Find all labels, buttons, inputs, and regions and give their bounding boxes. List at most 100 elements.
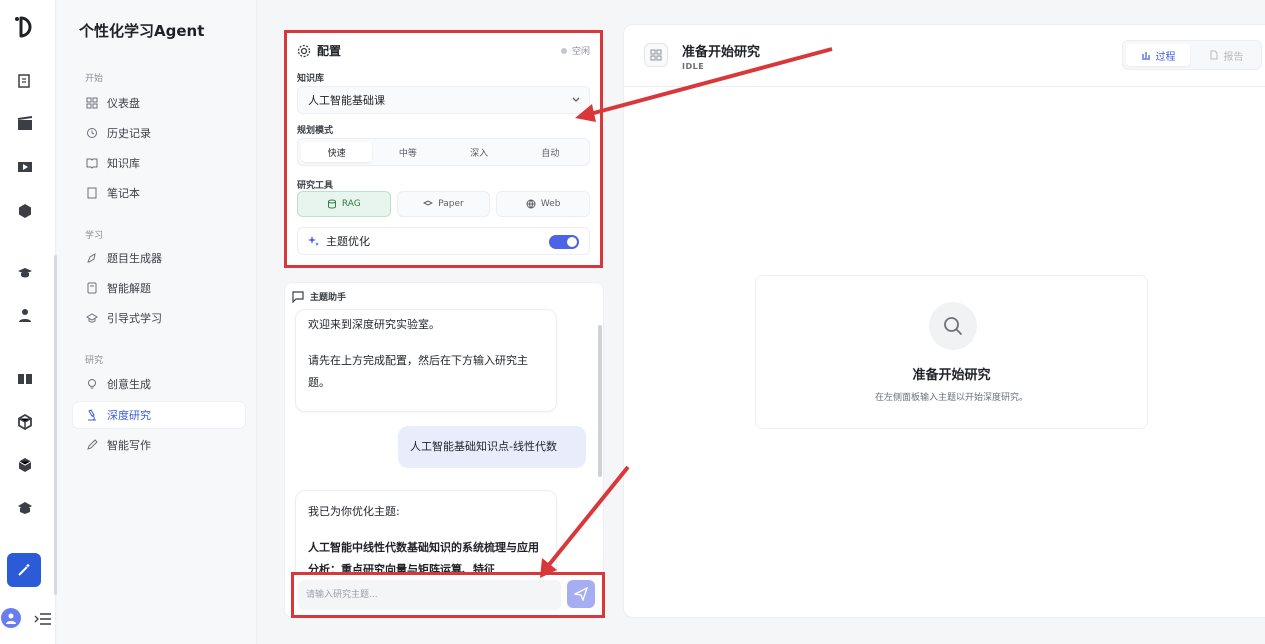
sidebar-item-question-generator[interactable]: 题目生成器: [73, 245, 245, 271]
chat-scrollbar[interactable]: [598, 325, 602, 477]
graduation-cap-icon[interactable]: [16, 264, 34, 282]
magic-wand-button[interactable]: [7, 553, 41, 587]
send-icon: [574, 587, 588, 601]
book-icon[interactable]: [16, 370, 34, 388]
pencil-icon: [85, 438, 99, 452]
tab-label: 报告: [1223, 51, 1244, 63]
file-icon: [1210, 50, 1217, 60]
sidebar-item-notebook[interactable]: 笔记本: [73, 180, 245, 206]
graduation-cap-icon: [423, 200, 434, 206]
message-line: 请先在上方完成配置，然后在下方输入研究主题。: [308, 354, 528, 389]
calculator-icon: [85, 281, 99, 295]
sidebar-item-label: 历史记录: [107, 127, 151, 140]
database-icon: [327, 199, 336, 209]
research-topic-input[interactable]: [298, 580, 561, 610]
app-title: 个性化学习Agent: [79, 22, 205, 40]
sidebar-item-label: 仪表盘: [107, 97, 140, 110]
chat-header: 主题助手: [292, 290, 346, 303]
message-line: 我已为你优化主题:: [308, 505, 400, 518]
tool-label: Web: [540, 199, 561, 209]
video-icon[interactable]: [16, 158, 34, 176]
sidebar-item-label: 笔记本: [107, 187, 140, 200]
sidebar-item-idea-generation[interactable]: 创意生成: [73, 371, 245, 397]
status-text: 空闲: [571, 47, 590, 57]
tab-process[interactable]: 过程: [1126, 44, 1190, 66]
config-title-text: 配置: [317, 44, 342, 58]
message-line: 欢迎来到深度研究实验室。: [308, 318, 440, 331]
mode-medium[interactable]: 中等: [372, 142, 443, 162]
logo-icon[interactable]: [12, 12, 42, 42]
send-button[interactable]: [567, 580, 595, 608]
user-message: 人工智能基础知识点-线性代数: [398, 426, 586, 468]
globe-icon: [526, 199, 536, 209]
tool-label: RAG: [341, 199, 361, 209]
sidebar-item-label: 创意生成: [107, 378, 151, 391]
planning-mode-selector: 快速 中等 深入 自动: [297, 138, 590, 166]
sidebar-item-label: 智能解题: [107, 282, 151, 295]
mode-label: 规划模式: [297, 126, 334, 136]
section-label-learn: 学习: [85, 231, 104, 241]
mode-auto[interactable]: 自动: [515, 142, 586, 162]
graduation-cap-icon: [85, 311, 99, 325]
message-square-icon: [292, 290, 304, 303]
sidebar-item-smart-solver[interactable]: 智能解题: [73, 275, 245, 301]
research-tools: RAG Paper Web: [297, 191, 591, 217]
package-icon[interactable]: [16, 413, 34, 431]
sidebar-item-guided-learning[interactable]: 引导式学习: [73, 305, 245, 331]
tool-label: Paper: [438, 199, 464, 209]
chat-title: 主题助手: [310, 293, 347, 303]
sidebar-item-knowledge-base[interactable]: 知识库: [73, 150, 245, 176]
gear-icon: [297, 44, 311, 57]
main-status: IDLE: [682, 62, 705, 71]
dashboard-icon[interactable]: [16, 72, 34, 90]
box-icon[interactable]: [16, 456, 34, 474]
microscope-icon: [85, 408, 99, 422]
tool-paper-button[interactable]: Paper: [396, 191, 491, 217]
sidebar-item-label: 题目生成器: [107, 252, 162, 265]
icon-rail: [0, 0, 57, 644]
collapse-menu-icon[interactable]: [34, 611, 52, 627]
pen-tool-icon: [85, 251, 99, 265]
config-panel: 配置 空闲 知识库 人工智能基础课 规划模式 快速 中等 深入 自动 研究工具 …: [284, 30, 603, 268]
topic-assistant-panel: 主题助手 欢迎来到深度研究实验室。 请先在上方完成配置，然后在下方输入研究主题。…: [284, 282, 604, 618]
book-open-icon: [85, 156, 99, 170]
chat-input-area: [291, 572, 605, 618]
sidebar: 个性化学习Agent 开始 仪表盘 历史记录 知识库 笔记本 学习 题目生成器 …: [57, 0, 257, 644]
tab-label: 过程: [1155, 51, 1176, 63]
main-header: 准备开始研究 IDLE 过程 报告: [624, 25, 1265, 87]
tab-report[interactable]: 报告: [1194, 44, 1258, 66]
kb-value: 人工智能基础课: [308, 94, 385, 107]
sidebar-item-deep-research[interactable]: 深度研究: [73, 402, 245, 428]
sidebar-item-smart-writing[interactable]: 智能写作: [73, 432, 245, 458]
kb-label: 知识库: [297, 74, 325, 84]
knowledge-base-select[interactable]: 人工智能基础课: [297, 86, 590, 114]
lightbulb-icon: [85, 377, 99, 391]
mode-deep[interactable]: 深入: [444, 142, 515, 162]
tool-rag-button[interactable]: RAG: [297, 191, 391, 217]
school-icon[interactable]: [16, 499, 34, 517]
search-icon: [929, 302, 977, 350]
status-dot: [560, 47, 567, 54]
view-tabs: 过程 报告: [1122, 40, 1262, 70]
sidebar-item-label: 知识库: [107, 157, 140, 170]
empty-title: 准备开始研究: [912, 368, 991, 383]
topic-optimization-row: 主题优化: [297, 227, 590, 255]
tool-web-button[interactable]: Web: [496, 191, 591, 217]
sidebar-item-history[interactable]: 历史记录: [73, 120, 245, 146]
grid-icon: [85, 96, 99, 110]
clapper-icon[interactable]: [16, 115, 34, 133]
avatar[interactable]: [1, 608, 21, 628]
topic-optimization-toggle[interactable]: [549, 235, 579, 249]
history-icon: [85, 126, 99, 140]
cube-icon[interactable]: [16, 202, 34, 220]
assistant-message: 欢迎来到深度研究实验室。 请先在上方完成配置，然后在下方输入研究主题。: [295, 309, 557, 412]
sidebar-item-label: 智能写作: [107, 439, 151, 452]
user-icon[interactable]: [16, 306, 34, 324]
section-label-research: 研究: [85, 356, 104, 366]
sidebar-item-label: 深度研究: [107, 409, 151, 422]
mode-fast[interactable]: 快速: [301, 142, 373, 162]
notebook-icon: [85, 186, 99, 200]
layout-grid-icon: [644, 43, 668, 67]
sidebar-item-dashboard[interactable]: 仪表盘: [73, 90, 245, 116]
chevron-down-icon: [572, 97, 580, 102]
